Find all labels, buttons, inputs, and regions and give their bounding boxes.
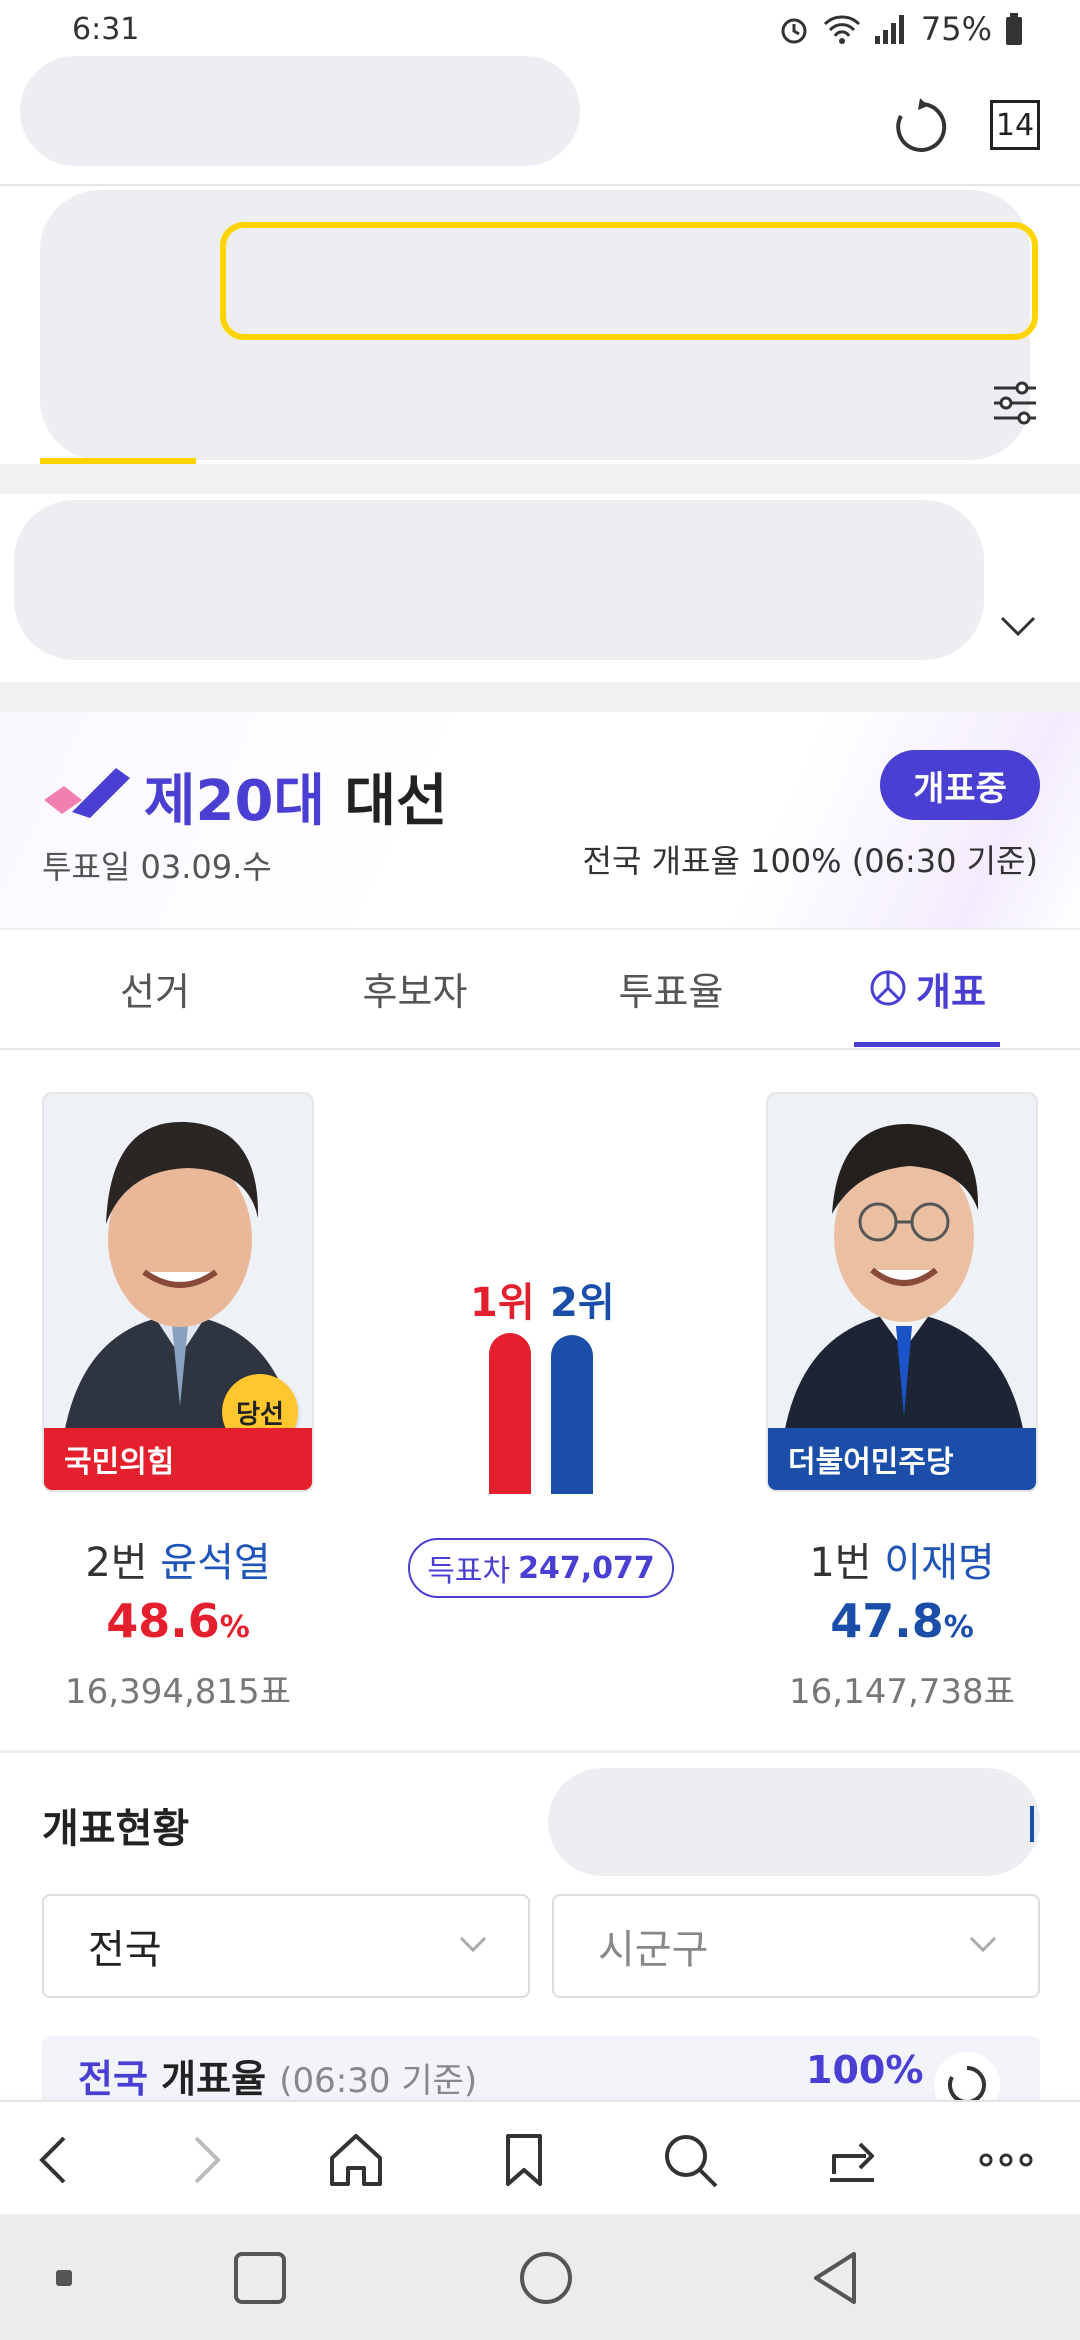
candidate-name: 윤석열 <box>160 1540 271 1586</box>
system-nav-bar <box>0 2214 1080 2340</box>
bookmark-icon[interactable] <box>494 2130 554 2190</box>
refresh-icon[interactable] <box>932 2050 1002 2100</box>
candidate-name: 이재명 <box>884 1540 995 1586</box>
candidate-card-yoon[interactable]: 당선 국민의힘 <box>42 1092 314 1492</box>
count-status-title: 개표현황 <box>42 1806 190 1852</box>
section-divider <box>0 1750 1080 1753</box>
election-header: 제20대 대선 투표일 03.09.수 개표중 전국 개표율 100% (06:… <box>0 712 1080 928</box>
pie-chart-icon <box>870 970 906 1006</box>
election-number: 제20대 <box>144 769 325 834</box>
active-tab-underline <box>854 1042 1000 1047</box>
divider <box>0 464 1080 494</box>
rate-label-region: 전국 <box>78 2057 148 2100</box>
wifi-icon <box>823 15 860 44</box>
rate-label-time: (06:30 기준) <box>279 2061 478 2100</box>
status-icons: 75% <box>777 10 1024 48</box>
dot-indicator <box>56 2270 72 2286</box>
search-input[interactable] <box>220 222 1038 340</box>
redacted-marker <box>1030 1806 1034 1842</box>
rate-label-text: 개표율 <box>161 2057 267 2100</box>
percent-unit: % <box>943 1610 974 1645</box>
national-count-rate: 전국 개표율 100% (06:30 기준) <box>582 842 1038 880</box>
candidate-name-lee[interactable]: 1번 이재명 <box>732 1530 1072 1588</box>
forward-icon[interactable] <box>176 2130 236 2190</box>
district-select-value: 시군구 <box>598 1927 709 1973</box>
status-time: 6:31 <box>72 12 140 47</box>
region-select-value: 전국 <box>88 1927 162 1973</box>
home-circle-icon[interactable] <box>516 2248 576 2308</box>
rate-label: 전국 개표율 (06:30 기준) <box>78 2048 477 2100</box>
percent-value: 48.6 <box>106 1594 220 1648</box>
back-icon[interactable] <box>24 2130 84 2190</box>
vote-diff-label: 득표차 <box>427 1554 511 1589</box>
candidate-percent-lee: 47.8% <box>732 1594 1072 1648</box>
tab-label: 투표율 <box>618 969 724 1014</box>
candidate-name-yoon[interactable]: 2번 윤석열 <box>8 1530 348 1588</box>
party-label-democratic: 더불어민주당 <box>768 1428 1036 1490</box>
rank-bar-first <box>489 1333 531 1494</box>
candidate-photo-lee <box>768 1094 1036 1434</box>
region-select[interactable]: 전국 <box>42 1894 530 1998</box>
chevron-down-icon <box>459 1936 487 1953</box>
redacted-area <box>14 500 984 660</box>
counting-status-badge: 개표중 <box>880 750 1040 820</box>
party-label-ppp: 국민의힘 <box>44 1428 312 1490</box>
tab-label: 후보자 <box>362 969 468 1014</box>
more-icon[interactable] <box>976 2130 1036 2190</box>
tab-candidates[interactable]: 후보자 <box>300 930 530 1046</box>
tab-label: 개표 <box>916 969 986 1014</box>
filter-settings-icon[interactable] <box>990 378 1040 428</box>
vote-date: 투표일 03.09.수 <box>42 848 272 886</box>
recents-icon[interactable] <box>230 2248 290 2308</box>
tab-label: 선거 <box>120 969 190 1014</box>
back-triangle-icon[interactable] <box>806 2248 866 2308</box>
percent-value: 47.8 <box>830 1594 944 1648</box>
rate-value: 100% <box>806 2048 924 2092</box>
rank-second-label: 2위 <box>550 1270 615 1328</box>
candidate-votes-lee: 16,147,738표 <box>789 1672 1015 1712</box>
refresh-icon[interactable] <box>890 96 952 158</box>
election-check-logo-icon <box>44 768 130 818</box>
tab-turnout[interactable]: 투표율 <box>556 930 786 1046</box>
rank-first-label: 1위 <box>470 1270 535 1328</box>
vote-diff-value: 247,077 <box>518 1550 655 1586</box>
redacted-area <box>548 1768 1040 1876</box>
election-name: 대선 <box>344 769 448 834</box>
percent-unit: % <box>219 1610 250 1645</box>
candidate-number: 1번 <box>809 1540 872 1586</box>
home-icon[interactable] <box>326 2130 386 2190</box>
chevron-down-icon[interactable] <box>998 612 1038 642</box>
candidate-votes-yoon: 16,394,815표 <box>65 1672 291 1712</box>
rank-first-text: 1위 <box>470 1280 535 1326</box>
search-icon[interactable] <box>660 2130 720 2190</box>
rank-second-text: 2위 <box>550 1280 615 1326</box>
national-rate-panel: 전국 개표율 (06:30 기준) 100% <box>42 2036 1040 2100</box>
chevron-down-icon <box>969 1936 997 1953</box>
vote-difference-pill: 득표차 247,077 <box>408 1538 674 1598</box>
candidate-card-lee[interactable]: 더불어민주당 <box>766 1092 1038 1492</box>
battery-icon <box>1006 13 1022 45</box>
battery-percent: 75% <box>920 10 992 48</box>
candidate-percent-yoon: 48.6% <box>8 1594 348 1648</box>
tab-count-button[interactable]: 14 <box>990 100 1040 150</box>
candidate-number: 2번 <box>85 1540 148 1586</box>
redacted-area <box>20 56 580 166</box>
alarm-icon <box>781 18 807 44</box>
election-tab-bar: 선거 후보자 투표율 개표 <box>0 928 1080 1050</box>
district-select[interactable]: 시군구 <box>552 1894 1040 1998</box>
tab-election[interactable]: 선거 <box>40 930 270 1046</box>
election-title: 제20대 대선 <box>144 756 448 837</box>
divider <box>0 682 1080 712</box>
tab-counting[interactable]: 개표 <box>812 930 1042 1046</box>
browser-bottom-bar <box>0 2100 1080 2216</box>
share-icon[interactable] <box>822 2130 882 2190</box>
browser-header: 14 <box>0 56 1080 186</box>
signal-icon <box>874 15 904 44</box>
rank-bar-second <box>551 1335 593 1494</box>
